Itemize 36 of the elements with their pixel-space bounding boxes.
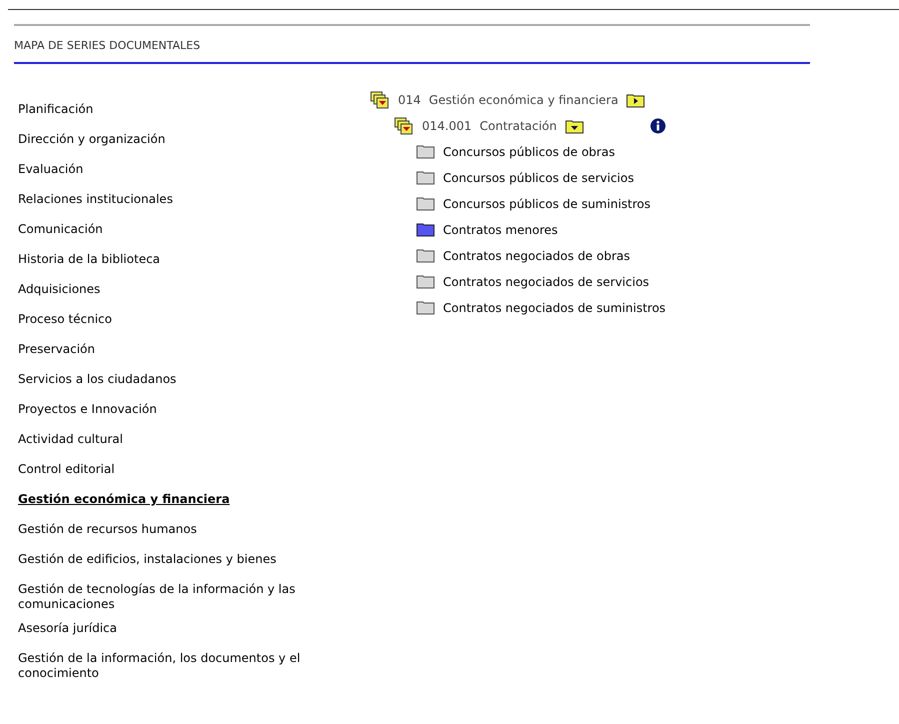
function-link[interactable]: Adquisiciones — [18, 282, 318, 303]
function-link[interactable]: Gestión de edificios, instalaciones y bienes — [18, 552, 318, 573]
function-link[interactable]: Evaluación — [18, 162, 318, 183]
series-link[interactable]: Concursos públicos de servicios — [443, 171, 634, 185]
series-code: 014 — [398, 93, 421, 107]
series-link[interactable]: Concursos públicos de suministros — [443, 197, 650, 211]
folder-down-arrow-icon[interactable] — [564, 118, 584, 134]
folder-right-arrow-icon[interactable] — [626, 92, 646, 108]
series-link[interactable]: Contratos negociados de obras — [443, 249, 630, 263]
function-link[interactable]: Comunicación — [18, 222, 318, 243]
function-link[interactable]: Preservación — [18, 342, 318, 363]
series-link[interactable]: Contratos negociados de suministros — [443, 301, 666, 315]
function-link[interactable]: Dirección y organización — [18, 132, 318, 153]
function-link[interactable]: Proyectos e Innovación — [18, 402, 318, 423]
function-link[interactable]: Gestión de recursos humanos — [18, 522, 318, 543]
function-link[interactable]: Servicios a los ciudadanos — [18, 372, 318, 393]
function-link[interactable]: Planificación — [18, 102, 318, 123]
folder-stack-icon[interactable] — [394, 117, 414, 135]
function-link[interactable]: Historia de la biblioteca — [18, 252, 318, 273]
series-link[interactable]: Contratos menores — [443, 223, 558, 237]
subseries-code: 014.001 — [422, 119, 472, 133]
page-title: MAPA DE SERIES DOCUMENTALES — [14, 38, 202, 54]
series-link[interactable]: Concursos públicos de obras — [443, 145, 615, 159]
folder-stack-icon[interactable] — [370, 91, 390, 109]
series-name: Gestión económica y financiera — [428, 93, 618, 107]
function-link[interactable]: Proceso técnico — [18, 312, 318, 333]
function-link[interactable]: Gestión de la información, los documentos y el conocimiento — [18, 651, 318, 681]
function-link[interactable]: Control editorial — [18, 462, 318, 483]
series-link[interactable]: Contratos negociados de servicios — [443, 275, 650, 289]
function-link[interactable]: Gestión de tecnologías de la información y las comunicaciones — [18, 582, 318, 612]
function-link[interactable]: Gestión económica y financiera — [18, 492, 318, 513]
info-icon[interactable] — [650, 118, 666, 134]
function-link[interactable]: Actividad cultural — [18, 432, 318, 453]
function-link[interactable]: Asesoría jurídica — [18, 621, 318, 642]
subseries-name: Contratación — [480, 119, 557, 133]
function-link[interactable]: Relaciones institucionales — [18, 192, 318, 213]
